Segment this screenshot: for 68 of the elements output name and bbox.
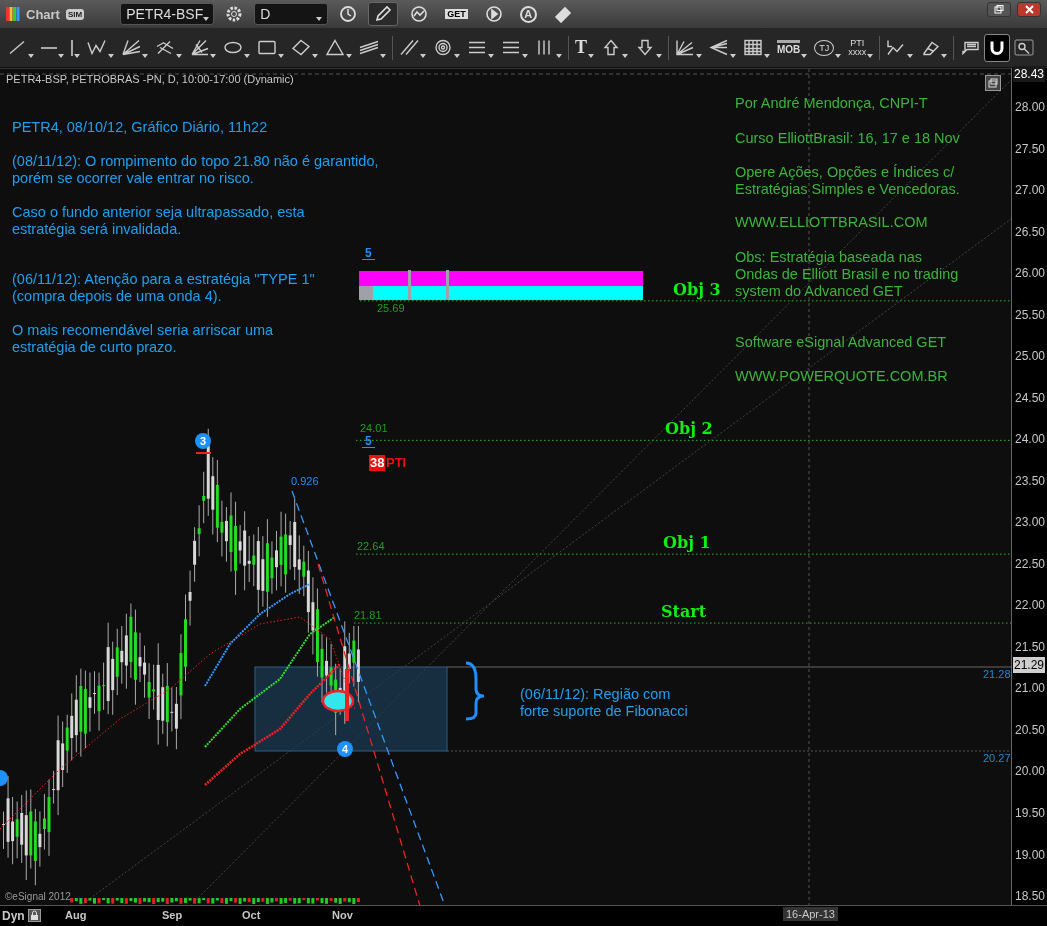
note-text: (06/11/12): Atenção para a estratégia "TYPE 1" (compra depois de uma onda 4).	[12, 271, 316, 305]
price-tick: 23.50	[1015, 473, 1046, 488]
price-tick: 19.50	[1015, 806, 1046, 820]
pti-label: PTI	[386, 455, 407, 471]
wave-label: 4	[337, 741, 353, 757]
level-value: 25.69	[377, 301, 405, 316]
price-tick: 21.00	[1015, 681, 1046, 696]
oval-tool-button[interactable]: TJ	[811, 33, 845, 62]
note-text: O mais recomendável seria arriscar uma estratégia de curto prazo.	[12, 322, 275, 356]
level-value: 24.01	[360, 422, 388, 436]
get-button[interactable]: GET	[440, 2, 473, 26]
note-text: WWW.POWERQUOTE.COM.BR	[735, 368, 949, 385]
price-tick: 20.50	[1015, 722, 1046, 737]
month-label: Sep	[162, 909, 183, 921]
month-label: Nov	[332, 909, 353, 921]
labeled-tool-button[interactable]: MOB	[774, 33, 811, 62]
price-tick: 22.00	[1015, 598, 1046, 613]
stacked-tool-button[interactable]: PTI xxxx	[845, 33, 877, 62]
price-tick: 24.50	[1015, 390, 1046, 405]
level-value: 21.81	[354, 609, 382, 623]
price-tick: 19.00	[1015, 847, 1046, 862]
window-title: Chart	[26, 6, 60, 22]
price-tick: 28.00	[1015, 100, 1046, 114]
zone-bottom-value: 20.27	[983, 752, 1011, 766]
price-tick: 27.00	[1015, 183, 1046, 198]
price-tick: 24.00	[1015, 432, 1046, 447]
price-tick: 25.00	[1015, 349, 1046, 364]
price-tick: 20.00	[1015, 764, 1046, 779]
price-tick: 21.50	[1015, 639, 1046, 654]
price-tick: 23.00	[1015, 515, 1046, 530]
zone-top-value: 21.28	[983, 668, 1011, 682]
zone-note: (06/11/12): Região com forte suporte de Fibonacci	[520, 686, 689, 720]
copyright-text: ©eSignal 2012	[5, 891, 71, 904]
high-price-label: 28.43	[1013, 66, 1046, 82]
level-label: Start	[661, 602, 707, 622]
price-tick: 18.50	[1015, 889, 1046, 904]
level-label: Obj 2	[665, 419, 713, 439]
level-label: Obj 1	[663, 533, 711, 553]
sim-badge: SIM	[65, 8, 85, 20]
note-text: Opere Ações, Opções e Índices c/ Estratégias Simples e Vencedoras.	[735, 164, 961, 198]
note-text: (08/11/12): O rompimento do topo 21.80 não é garantido, porém se ocorrer vale entrar no risco.	[12, 153, 380, 187]
note-text: PETR4, 08/10/12, Gráfico Diário, 11h22	[12, 119, 269, 136]
text-tool-button[interactable]: T	[572, 33, 597, 62]
level-label: Obj 3	[673, 279, 721, 300]
price-tick: 22.50	[1015, 556, 1046, 571]
symbol-dropdown[interactable]: PETR4-BSF	[120, 3, 215, 25]
price-tick: 26.00	[1015, 266, 1046, 281]
chart-header: PETR4-BSP, PETROBRAS -PN, D, 10:00-17:00 (Dynamic)	[6, 73, 294, 87]
ratio-label: 0.926	[291, 475, 319, 489]
note-text: Por André Mendonça, CNPI-T	[735, 95, 929, 112]
level-value: 22.64	[357, 540, 385, 554]
last-price-label: 21.29	[1013, 657, 1046, 673]
pti-number: 38	[369, 455, 386, 471]
month-label: Aug	[65, 909, 87, 921]
cursor-date-label: 16-Apr-13	[783, 907, 838, 921]
price-tick: 25.50	[1015, 307, 1046, 322]
note-text: Software eSignal Advanced GET	[735, 334, 948, 351]
price-tick: 27.50	[1015, 141, 1046, 156]
axis-mode-label: Dyn	[2, 909, 25, 923]
note-text: Obs: Estratégia baseada nas Ondas de Elliott Brasil e no trading system do Advanced GET	[735, 249, 960, 300]
alert-button[interactable]: A	[514, 2, 542, 26]
note-text: WWW.ELLIOTTBRASIL.COM	[735, 214, 929, 231]
note-text: Caso o fundo anterior seja ultrapassado, esta estratégia será invalidada.	[12, 204, 306, 238]
interval-dropdown[interactable]: D	[254, 3, 329, 25]
wave-label: 3	[195, 433, 211, 449]
price-tick: 26.50	[1015, 224, 1046, 239]
month-label: Oct	[242, 909, 261, 921]
note-text: Curso ElliottBrasil: 16, 17 e 18 Nov	[735, 130, 961, 147]
